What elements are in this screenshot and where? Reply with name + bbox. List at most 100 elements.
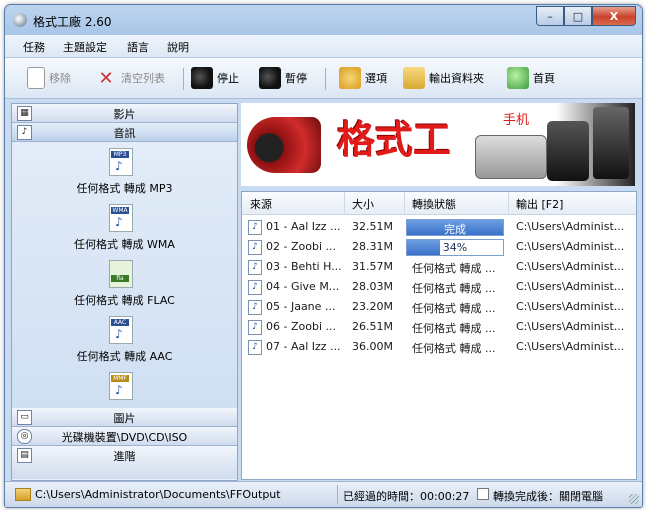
row-status: 任何格式 轉成 ... — [412, 342, 496, 355]
row-size: 28.31M — [352, 240, 393, 253]
row-size: 32.51M — [352, 220, 393, 233]
row-source: 01 - Aal Izz ... — [266, 220, 341, 233]
row-size: 28.03M — [352, 280, 393, 293]
row-source: 04 - Give M... — [266, 280, 340, 293]
aac-file-icon: AAC ♪ — [109, 316, 133, 344]
output-path[interactable]: C:\Users\Administrator\Documents\FFOutpu… — [35, 488, 281, 501]
audio-file-icon: ♪ — [248, 220, 262, 235]
col-size[interactable]: 大小 — [352, 196, 374, 212]
category-video-label: 影片 — [113, 108, 136, 121]
maximize-button[interactable]: □ — [564, 6, 592, 26]
resize-grip[interactable] — [629, 494, 639, 504]
folder-icon — [403, 67, 425, 89]
format-aac[interactable]: AAC ♪ 任何格式 轉成 AAC — [12, 316, 237, 368]
toolbar: 移除 ✕ 清空列表 停止 暫停 選項 輸出資料夾 首頁 — [5, 58, 642, 99]
toolbar-separator — [325, 68, 326, 90]
row-size: 31.57M — [352, 260, 393, 273]
menu-language[interactable]: 語言 — [127, 39, 149, 55]
format-flac[interactable]: fla 任何格式 轉成 FLAC — [12, 260, 237, 312]
close-button[interactable]: X — [592, 6, 636, 26]
home-button[interactable]: 首頁 — [507, 66, 555, 90]
category-image-label: 圖片 — [113, 412, 136, 425]
row-source: 03 - Behti H... — [266, 260, 342, 273]
table-row[interactable]: ♪ 06 - Zoobi ... 26.51M 任何格式 轉成 ... C:\U… — [242, 317, 636, 337]
col-status[interactable]: 轉換狀態 — [412, 196, 456, 212]
table-row[interactable]: ♪ 02 - Zoobi ... 28.31M 34% C:\Users\Adm… — [242, 237, 636, 257]
row-source: 02 - Zoobi ... — [266, 240, 336, 253]
category-image[interactable]: ▭ 圖片 — [12, 408, 237, 427]
format-mp3-label: 任何格式 轉成 MP3 — [76, 182, 173, 195]
app-icon[interactable] — [13, 13, 27, 27]
phone-image — [547, 121, 589, 181]
category-disc[interactable]: ◎ 光碟機裝置\DVD\CD\ISO — [12, 427, 237, 446]
remove-button[interactable]: 移除 — [27, 66, 71, 90]
row-size: 26.51M — [352, 320, 393, 333]
column-divider[interactable] — [404, 192, 405, 214]
remove-label: 移除 — [49, 72, 71, 85]
row-output: C:\Users\Administ... — [516, 340, 625, 353]
progress-bar: 完成 — [406, 219, 504, 236]
table-row[interactable]: ♪ 01 - Aal Izz ... 32.51M 完成 C:\Users\Ad… — [242, 217, 636, 237]
output-folder-button[interactable]: 輸出資料夾 — [403, 66, 484, 90]
column-divider[interactable] — [344, 192, 345, 214]
app-window: 格式工廠 2.60 – □ X 任務 主題設定 語言 說明 移除 ✕ 清空列表 … — [4, 4, 643, 508]
clear-list-button[interactable]: ✕ 清空列表 — [95, 66, 165, 90]
column-divider[interactable] — [508, 192, 509, 214]
table-row[interactable]: ♪ 05 - Jaane ... 23.20M 任何格式 轉成 ... C:\U… — [242, 297, 636, 317]
pause-button[interactable]: 暫停 — [259, 66, 307, 90]
home-label: 首頁 — [533, 72, 555, 85]
aac-tag: AAC — [111, 319, 129, 326]
progress-bar: 34% — [406, 239, 504, 256]
row-output: C:\Users\Administ... — [516, 280, 625, 293]
mmf-file-icon: MMF ♪ — [109, 372, 133, 400]
format-wma-label: 任何格式 轉成 WMA — [74, 238, 175, 251]
mp3-tag: MP3 — [111, 151, 129, 158]
format-aac-label: 任何格式 轉成 AAC — [76, 350, 173, 363]
flac-tag: fla — [111, 275, 129, 282]
shutdown-checkbox[interactable] — [477, 488, 489, 500]
mmf-tag: MMF — [111, 375, 129, 382]
category-audio-label: 音訊 — [113, 127, 136, 140]
table-row[interactable]: ♪ 03 - Behti H... 31.57M 任何格式 轉成 ... C:\… — [242, 257, 636, 277]
window-title: 格式工廠 2.60 — [33, 15, 112, 29]
stop-button[interactable]: 停止 — [191, 66, 239, 90]
title-bar: 格式工廠 2.60 – □ X — [5, 5, 642, 35]
gear-icon — [339, 67, 361, 89]
row-source: 06 - Zoobi ... — [266, 320, 336, 333]
format-wma[interactable]: WMA ♪ 任何格式 轉成 WMA — [12, 204, 237, 256]
row-size: 36.00M — [352, 340, 393, 353]
clear-icon: ✕ — [98, 67, 114, 89]
format-mp3[interactable]: MP3 ♪ 任何格式 轉成 MP3 — [12, 148, 237, 200]
minimize-button[interactable]: – — [536, 6, 564, 26]
table-row[interactable]: ♪ 04 - Give M... 28.03M 任何格式 轉成 ... C:\U… — [242, 277, 636, 297]
format-flac-label: 任何格式 轉成 FLAC — [74, 294, 175, 307]
row-output: C:\Users\Administ... — [516, 320, 625, 333]
table-row[interactable]: ♪ 07 - Aal Izz ... 36.00M 任何格式 轉成 ... C:… — [242, 337, 636, 357]
banner-logo: 格式工 — [337, 118, 452, 162]
options-button[interactable]: 選項 — [339, 66, 387, 90]
promo-banner[interactable]: 格式工 手机 — [241, 103, 635, 186]
menu-help[interactable]: 說明 — [167, 39, 189, 55]
menu-task[interactable]: 任務 — [23, 39, 45, 55]
category-video[interactable]: ▦ 影片 — [12, 104, 237, 123]
document-icon — [27, 67, 45, 89]
category-advanced[interactable]: ▤ 進階 — [12, 446, 237, 479]
elapsed-time: 已經過的時間：00:00:27 — [343, 490, 470, 503]
menu-theme[interactable]: 主題設定 — [63, 39, 107, 55]
phone-image — [593, 107, 629, 179]
col-output[interactable]: 輸出 [F2] — [516, 196, 563, 212]
category-panel: ▦ 影片 ♪ 音訊 MP3 ♪ 任何格式 轉成 MP3 WMA ♪ 任何格式 轉… — [11, 103, 238, 481]
format-mmf[interactable]: MMF ♪ — [12, 372, 237, 408]
wma-tag: WMA — [111, 207, 129, 214]
stop-camera-icon — [191, 67, 213, 89]
toolbar-separator — [183, 68, 184, 90]
col-source[interactable]: 來源 — [250, 196, 272, 212]
row-size: 23.20M — [352, 300, 393, 313]
progress-text: 34% — [442, 241, 468, 254]
flac-file-icon: fla — [109, 260, 133, 288]
audio-file-icon: ♪ — [248, 260, 262, 275]
row-source: 07 - Aal Izz ... — [266, 340, 341, 353]
folder-icon[interactable] — [15, 488, 31, 501]
category-audio[interactable]: ♪ 音訊 — [12, 123, 237, 142]
camcorder-image — [247, 117, 321, 173]
